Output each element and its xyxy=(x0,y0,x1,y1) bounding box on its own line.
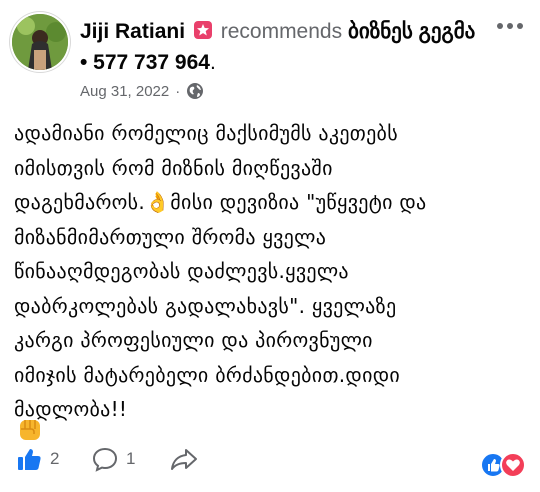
love-reaction-icon xyxy=(500,452,526,478)
profile-photo-icon xyxy=(12,14,68,70)
meta-separator: · xyxy=(175,82,181,100)
like-count: 2 xyxy=(50,449,60,468)
more-options-button[interactable] xyxy=(492,14,528,38)
post-header: Jiji Ratiani recommends ბიზნეს გეგმა • 5… xyxy=(80,16,480,78)
author-name[interactable]: Jiji Ratiani xyxy=(80,20,185,43)
more-dot xyxy=(517,23,523,29)
post-date[interactable]: Aug 31, 2022 xyxy=(80,83,169,100)
thumbs-up-icon xyxy=(18,449,41,470)
recommend-star-badge-icon xyxy=(193,21,212,39)
share-arrow-icon xyxy=(171,449,197,470)
like-button[interactable]: 2 xyxy=(16,446,59,472)
comment-count: 1 xyxy=(126,449,136,468)
post-body: ადამიანი რომელიც მაქსიმუმს აკეთებს იმისთ… xyxy=(14,121,427,421)
share-button[interactable] xyxy=(170,446,198,472)
comment-button[interactable]: 1 xyxy=(92,446,135,472)
comment-bubble-icon xyxy=(92,447,118,472)
reaction-icons[interactable] xyxy=(480,452,526,478)
recommends-label: recommends xyxy=(220,20,343,43)
post-meta: Aug 31, 2022 · xyxy=(80,82,204,100)
globe-icon xyxy=(187,83,204,99)
raised-fist-emoji-icon xyxy=(20,420,40,440)
more-dot xyxy=(497,23,503,29)
recommendation-post: Jiji Ratiani recommends ბიზნეს გეგმა • 5… xyxy=(0,0,540,492)
header-period: . xyxy=(209,51,216,74)
post-actions: 2 1 xyxy=(0,444,540,484)
avatar[interactable] xyxy=(12,14,68,70)
more-dot xyxy=(507,23,513,29)
